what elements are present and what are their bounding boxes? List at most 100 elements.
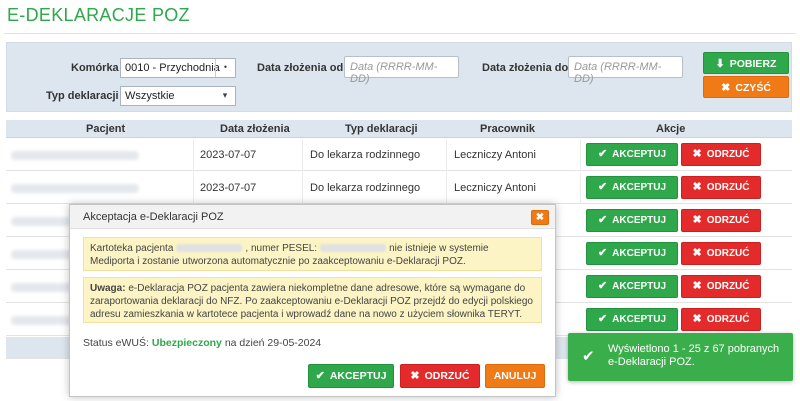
row-reject-button[interactable]: ✖ ODRZUĆ [681,242,761,265]
page-title: E-DEKLARACJE POZ [7,5,190,25]
ewus-status: Status eWUŚ: Ubezpieczony na dzień 29-05… [83,337,321,349]
data-do-placeholder: Data (RRRR-MM-DD) [574,61,662,85]
cancel-label: ANULUJ [493,370,537,382]
typ-label: Typ deklaracji [46,90,119,102]
status-value: Ubezpieczony [151,337,222,349]
row-accept-button[interactable]: ✔ AKCEPTUJ [586,143,678,166]
pobierz-button[interactable]: ⬇ POBIERZ [703,52,789,74]
close-icon[interactable]: ✖ [531,210,549,225]
check-icon: ✔ [597,181,608,193]
status-label: Status eWUŚ: [83,337,149,349]
row-accept-button[interactable]: ✔ AKCEPTUJ [586,308,678,331]
divider [193,139,194,171]
row-reject-button[interactable]: ✖ ODRZUĆ [681,308,761,331]
row-reject-button[interactable]: ✖ ODRZUĆ [681,143,761,166]
data-do-label: Data złożenia do [482,62,569,74]
title-divider [4,33,796,34]
reject-label: ODRZUĆ [424,370,470,382]
x-icon: ✖ [692,313,702,325]
x-icon: ✖ [692,247,702,259]
modal-reject-button[interactable]: ✖ ODRZUĆ [400,364,480,388]
row-accept-button[interactable]: ✔ AKCEPTUJ [586,176,678,199]
row-date: 2023-07-07 [200,149,257,161]
table-row: 2023-07-07 Do lekarza rodzinnego Lecznic… [6,172,792,204]
toast-text: Wyświetlono 1 - 25 z 67 pobranych e-Dekl… [608,343,780,368]
modal-accept-button[interactable]: ✔ AKCEPTUJ [308,364,394,388]
row-date: 2023-07-07 [200,182,257,194]
note1-prefix: Kartoteka pacjenta [90,243,174,254]
divider [302,172,303,204]
x-icon: ✖ [692,148,702,160]
accept-label: AKCEPTUJ [329,370,387,382]
modal-cancel-button[interactable]: ANULUJ [485,364,545,388]
divider [580,139,581,171]
accept-label: AKCEPTUJ [612,215,667,226]
col-pracownik: Pracownik [480,123,536,135]
divider [446,172,447,204]
data-od-input[interactable]: Data (RRRR-MM-DD) [344,56,459,85]
row-accept-button[interactable]: ✔ AKCEPTUJ [586,275,678,298]
accept-label: AKCEPTUJ [612,281,667,292]
typ-value: Wszystkie [125,90,175,102]
komorka-value: 0010 - Przychodnia [125,62,220,74]
patient-info-note: Kartoteka pacjenta, numer PESEL: nie istn… [83,237,542,271]
app-frame: E-DEKLARACJE POZ Komórka 0010 - Przychod… [0,0,800,401]
accept-modal: Akceptacja e-Deklaracji POZ ✖ Kartoteka … [69,204,556,397]
data-do-input[interactable]: Data (RRRR-MM-DD) [568,56,683,85]
row-accept-button[interactable]: ✔ AKCEPTUJ [586,209,678,232]
reject-label: ODRZUĆ [706,149,750,160]
table-row: 2023-07-07 Do lekarza rodzinnego Lecznic… [6,139,792,171]
check-icon: ✔ [315,370,325,382]
dropdown-arrow-icon: • [215,59,235,77]
download-icon: ⬇ [715,58,725,70]
row-type: Do lekarza rodzinnego [310,149,421,161]
col-typ: Typ deklaracji [345,123,418,135]
x-icon: ✖ [692,280,702,292]
filter-panel: Komórka 0010 - Przychodnia • Data złożen… [6,42,792,112]
row-worker: Leczniczy Antoni [454,182,536,194]
x-icon: ✖ [410,370,420,382]
reject-label: ODRZUĆ [706,248,750,259]
row-type: Do lekarza rodzinnego [310,182,421,194]
patient-name-redacted [11,151,139,160]
check-icon: ✔ [597,313,608,325]
row-reject-button[interactable]: ✖ ODRZUĆ [681,176,761,199]
pesel-redacted [320,244,387,253]
row-reject-button[interactable]: ✖ ODRZUĆ [681,275,761,298]
row-accept-button[interactable]: ✔ AKCEPTUJ [586,242,678,265]
accept-label: AKCEPTUJ [612,182,667,193]
check-icon: ✔ [582,348,595,365]
pobierz-label: POBIERZ [729,58,777,70]
reject-label: ODRZUĆ [706,182,750,193]
data-od-placeholder: Data (RRRR-MM-DD) [350,61,438,85]
check-icon: ✔ [597,247,608,259]
komorka-label: Komórka [71,62,119,74]
accept-label: AKCEPTUJ [612,248,667,259]
typ-select[interactable]: Wszystkie ▾ [120,86,236,106]
data-od-label: Data złożenia od [257,62,344,74]
divider [302,139,303,171]
warning-label: Uwaga: [90,283,126,294]
row-worker: Leczniczy Antoni [454,149,536,161]
reject-label: ODRZUĆ [706,281,750,292]
chevron-down-icon: ▾ [222,90,228,100]
divider [193,172,194,204]
accept-label: AKCEPTUJ [612,314,667,325]
reject-label: ODRZUĆ [706,215,750,226]
reject-label: ODRZUĆ [706,314,750,325]
note1-mid: , numer PESEL: [245,243,318,254]
komorka-select[interactable]: 0010 - Przychodnia • [120,58,236,78]
notification-toast: ✔ Wyświetlono 1 - 25 z 67 pobranych e-De… [568,333,793,381]
col-akcje: Akcje [656,123,686,135]
col-pacjent: Pacjent [86,123,126,135]
czysc-button[interactable]: ✖ CZYŚĆ [703,76,789,98]
row-reject-button[interactable]: ✖ ODRZUĆ [681,209,761,232]
address-warning-note: Uwaga: e-Deklaracja POZ pacjenta zawiera… [83,277,542,323]
warning-text: e-Deklaracja POZ pacjenta zawiera niekom… [90,283,533,320]
patient-name-redacted [176,244,243,253]
status-date: na dzień 29-05-2024 [224,337,322,349]
check-icon: ✔ [597,214,608,226]
accept-label: AKCEPTUJ [612,149,667,160]
table-header: Pacjent Data złożenia Typ deklaracji Pra… [6,120,792,138]
czysc-label: CZYŚĆ [735,82,771,94]
